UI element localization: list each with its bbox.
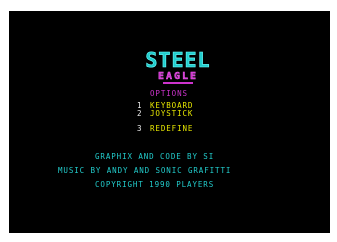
logo-underline [163, 82, 193, 84]
option-label: JOYSTICK [150, 109, 194, 118]
logo-graphic: STEEL EAGLE [145, 48, 210, 84]
options-heading: OPTIONS [150, 89, 188, 98]
option-number: 2 [137, 109, 142, 118]
credits-copyright: COPYRIGHT 1990 PLAYERS [95, 180, 215, 189]
credits-music: MUSIC BY ANDY AND SONIC GRAFITTI [58, 166, 232, 175]
steel-eagle-logo: STEEL EAGLE [143, 48, 213, 91]
logo-line1: STEEL [145, 48, 210, 72]
option-label: REDEFINE [150, 124, 194, 133]
credits-graphics: GRAPHIX AND CODE BY SI [95, 152, 215, 161]
game-screen: STEEL EAGLE OPTIONS 1 KEYBOARD 2 JOYSTIC… [9, 11, 330, 233]
option-number: 3 [137, 124, 142, 133]
logo-line2: EAGLE [158, 71, 198, 82]
